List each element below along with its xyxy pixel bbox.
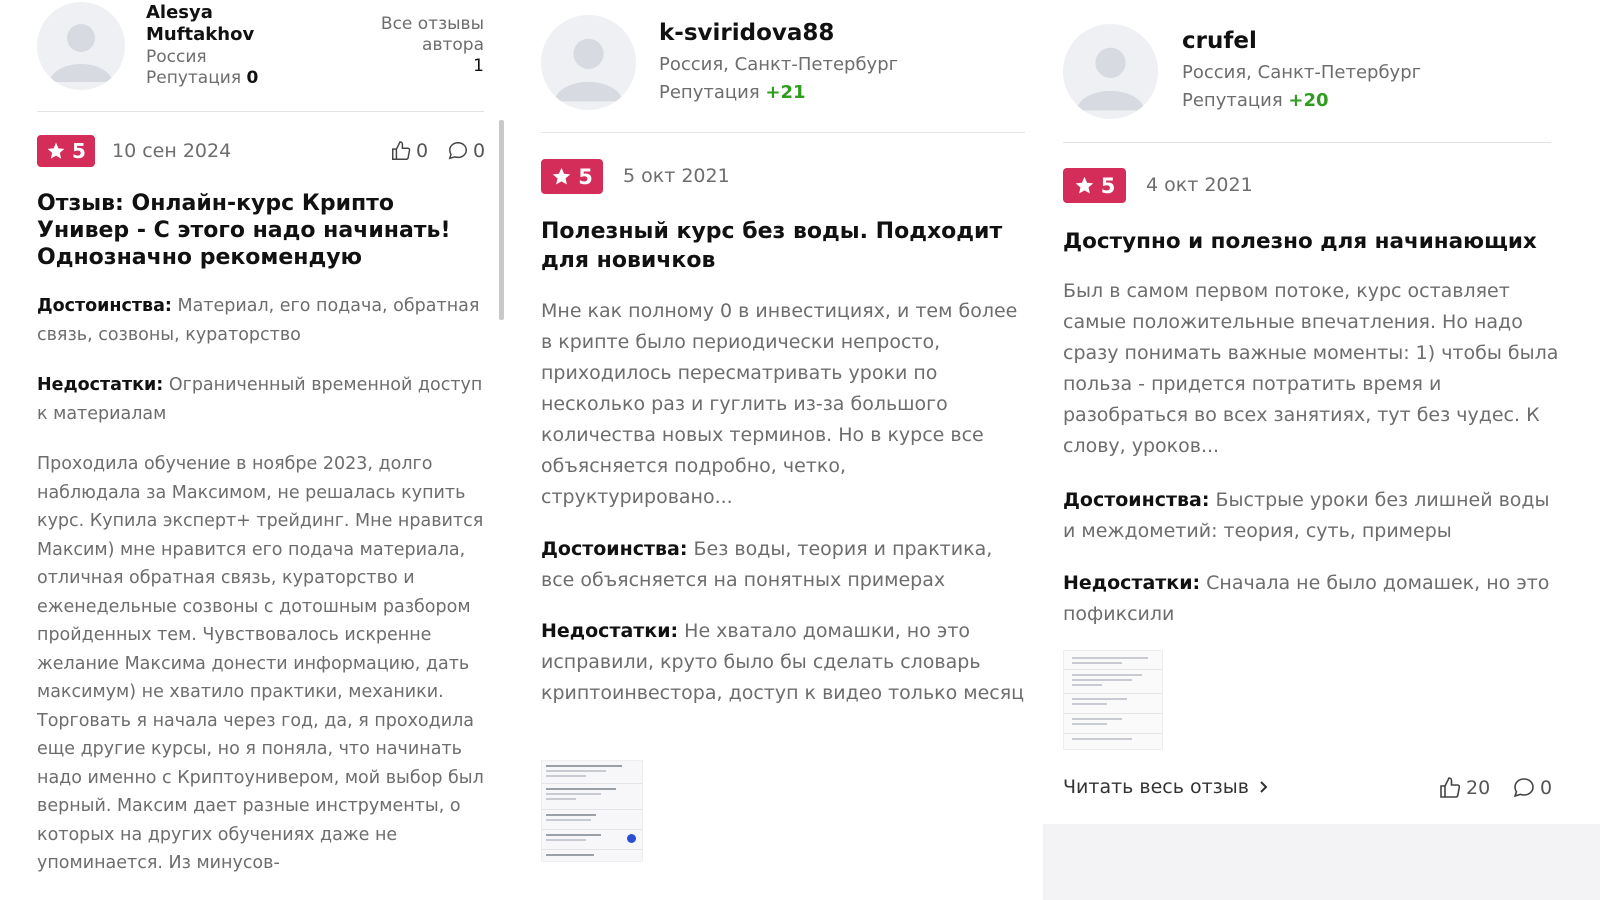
author-reputation: Репутация +20 [1182, 90, 1329, 111]
review-title[interactable]: Доступно и полезно для начинающих [1063, 227, 1563, 256]
user-avatar-icon [1075, 47, 1146, 111]
thumbs-up-icon [1440, 777, 1461, 798]
divider [1063, 142, 1551, 143]
review-photo[interactable] [1063, 650, 1163, 750]
review-body: Был в самом первом потоке, курс оставляе… [1063, 280, 1559, 457]
comments-button[interactable]: 0 [1512, 776, 1552, 800]
star-icon [1075, 176, 1093, 194]
review-date: 4 окт 2021 [1146, 174, 1253, 196]
chevron-right-icon [1260, 781, 1268, 793]
footer-area [1043, 824, 1600, 900]
comment-bubble-icon [1513, 778, 1534, 798]
author-name[interactable]: crufel [1182, 28, 1257, 54]
avatar[interactable] [1063, 24, 1158, 119]
read-full-review-link[interactable]: Читать весь отзыв [1063, 776, 1269, 798]
review-card-3: crufel Россия, Санкт-Петербург Репутация… [0, 0, 1600, 900]
author-location: Россия, Санкт-Петербург [1182, 62, 1422, 83]
rating-badge: 5 [1063, 168, 1126, 203]
review-pros: Достоинства: Быстрые уроки без лишней во… [1063, 489, 1550, 542]
review-cons: Недостатки: Сначала не было домашек, но … [1063, 572, 1550, 625]
like-button[interactable]: 20 [1438, 776, 1490, 800]
